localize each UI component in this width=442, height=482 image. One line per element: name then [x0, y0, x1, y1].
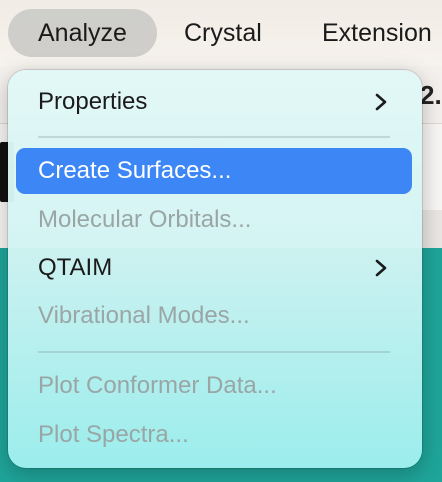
menu-item-label: Plot Conformer Data...: [38, 372, 277, 399]
menu-crystal[interactable]: Crystal: [184, 9, 262, 57]
chevron-right-icon: [375, 259, 387, 277]
menu-separator: [38, 136, 390, 138]
chevron-right-icon: [375, 93, 387, 111]
menu-bar: Analyze Crystal Extension: [0, 0, 442, 66]
menu-item-label: Plot Spectra...: [38, 421, 189, 448]
menu-item-label: Properties: [38, 88, 148, 115]
analyze-dropdown-menu: Properties Create Surfaces... Molecular …: [8, 70, 422, 468]
menu-item-properties[interactable]: Properties: [16, 79, 412, 125]
menu-item-vibrational-modes[interactable]: Vibrational Modes...: [16, 293, 412, 339]
menu-item-label: QTAIM: [38, 254, 113, 281]
partial-text: 2.1: [420, 80, 442, 110]
menu-item-create-surfaces[interactable]: Create Surfaces...: [16, 148, 412, 194]
menu-item-label: Create Surfaces...: [38, 157, 232, 184]
menu-item-plot-conformer-data[interactable]: Plot Conformer Data...: [16, 363, 412, 409]
menu-extensions[interactable]: Extension: [322, 9, 432, 57]
menu-item-molecular-orbitals[interactable]: Molecular Orbitals...: [16, 197, 412, 243]
menu-item-plot-spectra[interactable]: Plot Spectra...: [16, 412, 412, 458]
menu-analyze[interactable]: Analyze: [8, 9, 157, 57]
menu-item-label: Molecular Orbitals...: [38, 206, 252, 233]
menu-separator: [38, 351, 390, 353]
menu-item-qtaim[interactable]: QTAIM: [16, 245, 412, 291]
menu-item-label: Vibrational Modes...: [38, 302, 250, 329]
